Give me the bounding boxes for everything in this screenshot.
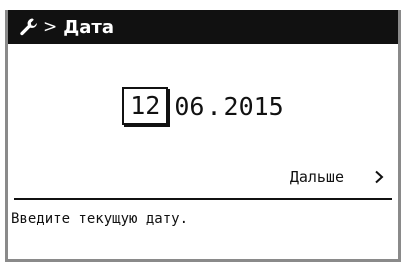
- date-editor: 12 06 . 2015: [8, 87, 398, 125]
- next-button[interactable]: Дальше: [290, 168, 386, 186]
- title-bar: > Дата: [8, 10, 398, 44]
- chevron-right-icon: [372, 170, 386, 184]
- divider: [14, 198, 392, 200]
- page-title: Дата: [63, 16, 115, 38]
- year-field[interactable]: 2015: [224, 92, 284, 121]
- display-screen: > Дата 12 06 . 2015 Дальше Введите текущ…: [5, 10, 401, 262]
- date-separator: .: [206, 91, 222, 121]
- next-label: Дальше: [289, 168, 344, 186]
- month-field[interactable]: 06: [174, 92, 204, 121]
- day-field[interactable]: 12: [122, 87, 169, 125]
- wrench-icon: [19, 17, 39, 37]
- hint-text: Введите текущую дату.: [11, 211, 189, 227]
- breadcrumb-separator: >: [43, 17, 58, 37]
